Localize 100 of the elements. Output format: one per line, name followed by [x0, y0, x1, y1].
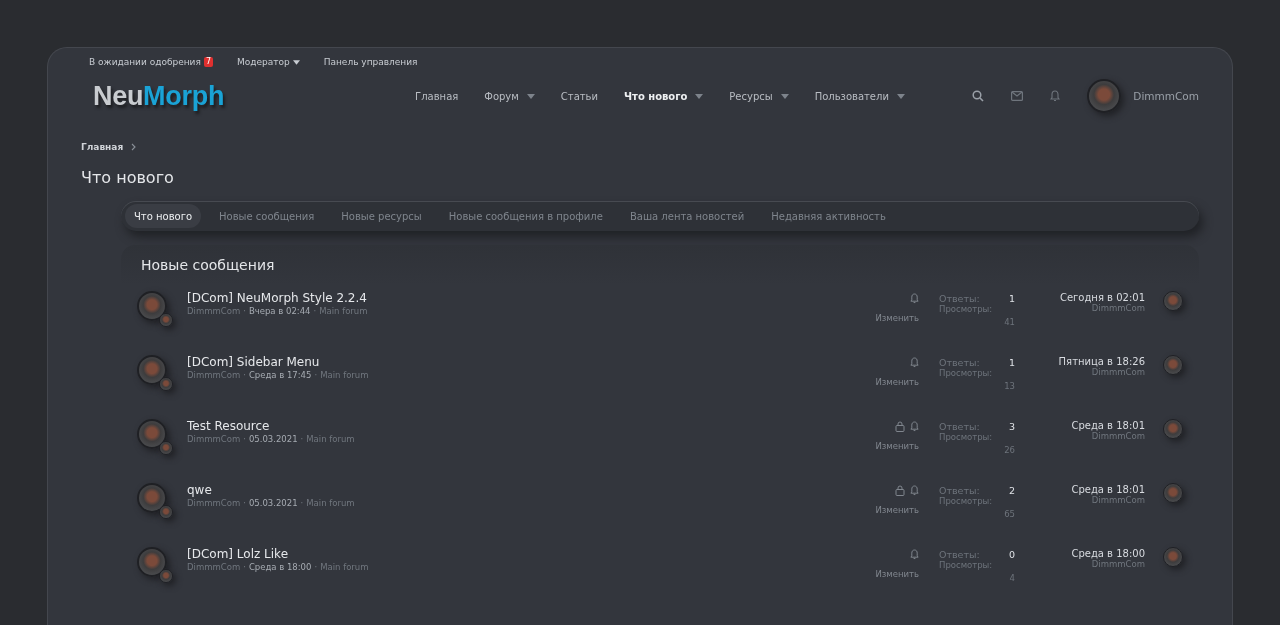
last-poster-avatar[interactable] [1163, 547, 1183, 567]
edit-link[interactable]: Изменить [875, 569, 919, 579]
author-avatar[interactable] [137, 419, 167, 449]
author-link[interactable]: DimmmCom [187, 370, 241, 380]
views-count: 13 [1004, 381, 1015, 391]
last-post-date[interactable]: Сегодня в 02:01 [1015, 292, 1145, 303]
caret-icon [292, 59, 300, 65]
tab[interactable]: Что нового [125, 204, 202, 228]
forum-link[interactable]: Main forum [320, 370, 369, 380]
replies-label: Ответы: [939, 357, 980, 368]
last-post-date[interactable]: Среда в 18:01 [1015, 484, 1145, 495]
edit-link[interactable]: Изменить [875, 377, 919, 387]
last-poster-link[interactable]: DimmmCom [1015, 431, 1145, 441]
nav-item[interactable]: Статьи [547, 90, 611, 102]
lock-icon [895, 485, 905, 496]
last-post-date[interactable]: Среда в 18:01 [1015, 420, 1145, 431]
tab[interactable]: Новые ресурсы [332, 204, 431, 228]
chevron-icon [131, 143, 137, 151]
last-poster-avatar[interactable] [1163, 483, 1183, 503]
nav-item[interactable]: Форум [471, 90, 548, 102]
author-link[interactable]: DimmmCom [187, 562, 241, 572]
views-label: Просмотры: [939, 432, 994, 442]
author-avatar[interactable] [137, 291, 167, 321]
breadcrumb-link[interactable]: Главная [81, 142, 124, 152]
last-post-date[interactable]: Среда в 18:00 [1015, 548, 1145, 559]
replies-count: 1 [1008, 357, 1015, 368]
edit-link[interactable]: Изменить [875, 313, 919, 323]
separator-dot: · [313, 306, 317, 316]
replier-avatar[interactable] [159, 313, 173, 327]
bell-icon [910, 549, 919, 560]
views-label: Просмотры: [939, 368, 994, 378]
author-avatar[interactable] [137, 355, 167, 385]
replies-count: 0 [1008, 549, 1015, 560]
nav-item[interactable]: Пользователи [801, 90, 918, 102]
replies-label: Ответы: [939, 485, 980, 496]
last-post-date[interactable]: Пятница в 18:26 [1015, 356, 1145, 367]
bell-icon [910, 357, 919, 368]
top-link[interactable]: В ожидании одобрения 7 [89, 57, 213, 67]
replier-avatar[interactable] [159, 505, 173, 519]
thread-title[interactable]: [DCom] Lolz Like [187, 547, 859, 562]
bell-icon[interactable] [1050, 90, 1061, 102]
last-poster-avatar[interactable] [1163, 355, 1183, 375]
last-poster-link[interactable]: DimmmCom [1015, 303, 1145, 313]
post-date: 05.03.2021 [248, 498, 298, 508]
bell-icon [910, 485, 919, 496]
tab[interactable]: Новые сообщения [210, 204, 324, 228]
separator-dot: · [300, 434, 304, 444]
separator-dot: · [243, 370, 246, 380]
forum-link[interactable]: Main forum [319, 306, 368, 316]
last-poster-avatar[interactable] [1163, 291, 1183, 311]
thread-title[interactable]: [DCom] Sidebar Menu [187, 355, 859, 370]
tab[interactable]: Недавняя активность [762, 204, 895, 228]
post-date: Вчера в 02:44 [248, 306, 311, 316]
nav-item[interactable]: Главная [402, 90, 472, 102]
replier-avatar[interactable] [159, 569, 173, 583]
forum-link[interactable]: Main forum [320, 562, 369, 572]
last-poster-avatar[interactable] [1163, 419, 1183, 439]
author-link[interactable]: DimmmCom [187, 498, 241, 508]
separator-dot: · [243, 434, 246, 444]
views-label: Просмотры: [939, 496, 994, 506]
thread-title[interactable]: Test Resource [187, 419, 859, 434]
replies-label: Ответы: [939, 293, 980, 304]
envelope-icon[interactable] [1011, 91, 1024, 101]
views-label: Просмотры: [939, 304, 994, 314]
separator-dot: · [243, 306, 246, 316]
site-logo[interactable]: NeuMorph [93, 80, 225, 112]
tab[interactable]: Новые сообщения в профиле [439, 204, 612, 228]
views-label: Просмотры: [939, 560, 994, 570]
top-link[interactable]: Модератор [236, 57, 300, 67]
user-avatar[interactable] [1087, 79, 1122, 113]
author-link[interactable]: DimmmCom [187, 306, 241, 316]
forum-link[interactable]: Main forum [306, 434, 355, 444]
author-link[interactable]: DimmmCom [187, 434, 241, 444]
separator-dot: · [300, 498, 304, 508]
nav-item[interactable]: Что нового [611, 90, 717, 102]
replies-label: Ответы: [939, 421, 980, 432]
separator-dot: · [314, 562, 318, 572]
username-link[interactable]: DimmmCom [1133, 90, 1199, 102]
nav-item[interactable]: Ресурсы [716, 90, 802, 102]
author-avatar[interactable] [137, 547, 167, 577]
author-avatar[interactable] [137, 483, 167, 513]
replier-avatar[interactable] [159, 377, 173, 391]
last-poster-link[interactable]: DimmmCom [1015, 367, 1145, 377]
replies-label: Ответы: [939, 549, 980, 560]
search-icon[interactable] [972, 90, 985, 102]
thread-title[interactable]: [DCom] NeuMorph Style 2.2.4 [187, 291, 859, 306]
replies-count: 1 [1008, 293, 1015, 304]
top-link[interactable]: Панель управления [323, 57, 418, 67]
replies-count: 3 [1008, 421, 1015, 432]
replier-avatar[interactable] [159, 441, 173, 455]
caret-icon [526, 93, 535, 99]
last-poster-link[interactable]: DimmmCom [1015, 559, 1145, 569]
forum-link[interactable]: Main forum [306, 498, 355, 508]
tab[interactable]: Ваша лента новостей [620, 204, 754, 228]
thread-title[interactable]: qwe [187, 483, 859, 498]
edit-link[interactable]: Изменить [875, 441, 919, 451]
edit-link[interactable]: Изменить [875, 505, 919, 515]
caret-icon [780, 93, 789, 99]
bell-icon [910, 421, 919, 432]
last-poster-link[interactable]: DimmmCom [1015, 495, 1145, 505]
